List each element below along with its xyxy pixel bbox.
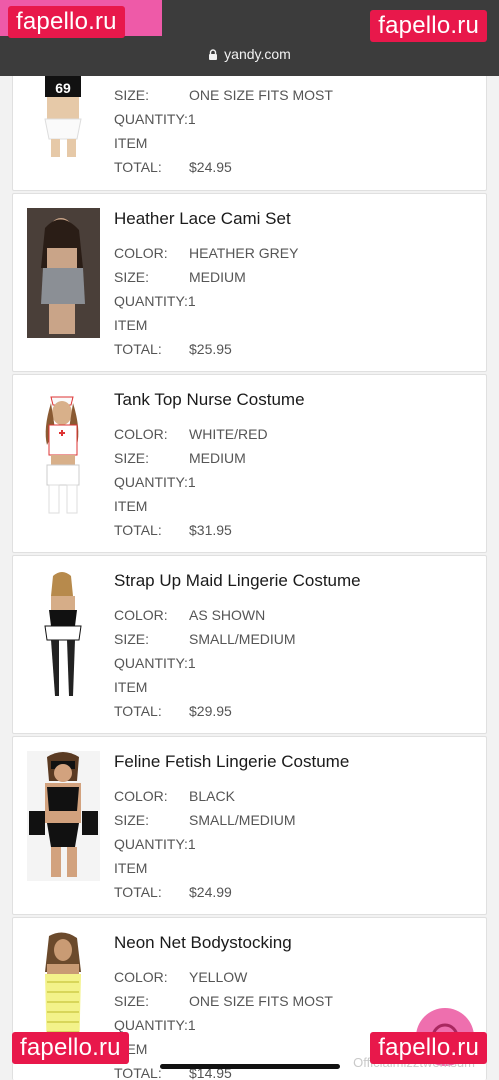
product-name[interactable]: Strap Up Maid Lingerie Costume <box>114 571 361 591</box>
product-name[interactable]: Heather Lace Cami Set <box>114 209 291 229</box>
total-row: TOTAL: $29.95 <box>114 703 232 719</box>
order-item-card[interactable]: Tank Top Nurse Costume COLOR: WHITE/RED S… <box>12 374 487 553</box>
product-name[interactable]: Tank Top Nurse Costume <box>114 390 305 410</box>
color-row: COLOR: BLACK <box>114 788 235 804</box>
watermark: fapello.ru <box>370 1032 487 1064</box>
size-row: SIZE: SMALL/MEDIUM <box>114 631 296 647</box>
size-row: SIZE: MEDIUM <box>114 450 246 466</box>
total-row: TOTAL: $24.99 <box>114 884 232 900</box>
quantity-row: QUANTITY:1 <box>114 655 196 671</box>
color-row: COLOR: YELLOW <box>114 969 248 985</box>
item-row: ITEM <box>114 498 148 514</box>
product-name[interactable]: Feline Fetish Lingerie Costume <box>114 752 349 772</box>
size-row: SIZE: SMALL/MEDIUM <box>114 812 296 828</box>
total-row: TOTAL: $25.95 <box>114 341 232 357</box>
color-row: COLOR: WHITE/RED <box>114 426 268 442</box>
item-row: ITEM <box>114 860 148 876</box>
watermark: fapello.ru <box>8 6 125 38</box>
order-item-card[interactable]: Strap Up Maid Lingerie Costume COLOR: AS … <box>12 555 487 734</box>
watermark: fapello.ru <box>12 1032 129 1064</box>
size-row: SIZE: ONE SIZE FITS MOST <box>114 87 333 103</box>
product-image[interactable] <box>27 389 100 519</box>
total-row: TOTAL: $31.95 <box>114 522 232 538</box>
lock-icon <box>208 47 218 60</box>
order-item-card[interactable]: Feline Fetish Lingerie Costume COLOR: BLA… <box>12 736 487 915</box>
item-row: ITEM <box>114 135 148 151</box>
color-row: COLOR: HEATHER GREY <box>114 245 299 261</box>
size-row: SIZE: MEDIUM <box>114 269 246 285</box>
order-items-list[interactable]: 69 SIZE: ONE SIZE FITS MOST QUANTITY:1 IT… <box>0 0 499 1080</box>
quantity-row: QUANTITY:1 <box>114 293 196 309</box>
item-row: ITEM <box>114 679 148 695</box>
product-image[interactable] <box>27 751 100 881</box>
quantity-row: QUANTITY:1 <box>114 474 196 490</box>
size-row: SIZE: ONE SIZE FITS MOST <box>114 993 333 1009</box>
svg-text:69: 69 <box>55 80 71 96</box>
order-item-card[interactable]: Heather Lace Cami Set COLOR: HEATHER GREY… <box>12 193 487 372</box>
total-row: TOTAL: $24.95 <box>114 159 232 175</box>
color-row: COLOR: AS SHOWN <box>114 607 266 623</box>
item-row: ITEM <box>114 317 148 333</box>
quantity-row: QUANTITY:1 <box>114 111 196 127</box>
url-domain: yandy.com <box>224 46 291 62</box>
quantity-row: QUANTITY:1 <box>114 836 196 852</box>
product-name[interactable]: Neon Net Bodystocking <box>114 933 292 953</box>
product-image[interactable] <box>27 570 100 700</box>
watermark: fapello.ru <box>370 10 487 42</box>
home-indicator[interactable] <box>160 1064 340 1069</box>
product-image[interactable] <box>27 208 100 338</box>
quantity-row: QUANTITY:1 <box>114 1017 196 1033</box>
url-bar[interactable]: yandy.com <box>0 46 499 62</box>
